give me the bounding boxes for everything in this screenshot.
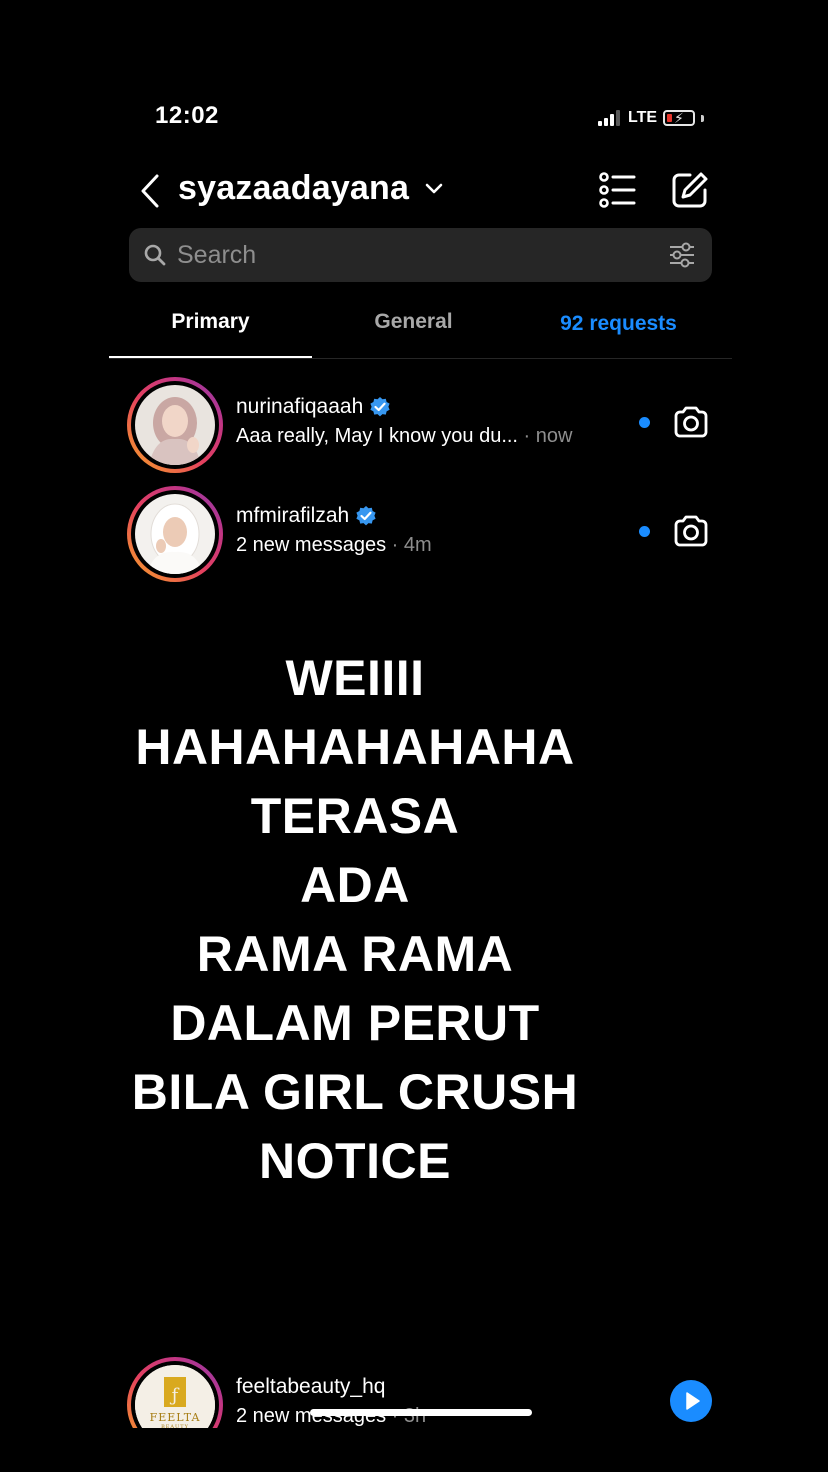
thread-time: now	[535, 425, 573, 447]
search-icon	[144, 244, 166, 266]
camera-icon[interactable]	[673, 514, 709, 548]
screen-bottom-edge	[0, 1428, 828, 1472]
battery-cap	[701, 114, 705, 122]
caption-line: NOTICE	[259, 1133, 451, 1189]
avatar[interactable]	[127, 486, 223, 582]
compose-button[interactable]	[670, 170, 710, 215]
thread-separator: ·	[391, 534, 399, 556]
tab-primary[interactable]: Primary	[109, 310, 312, 334]
avatar-brand-text: FEELTA	[149, 1411, 201, 1424]
account-username[interactable]: syazaadayana	[178, 169, 409, 208]
thread-preview: Aaa really, May I know you du... · now	[236, 425, 572, 448]
tab-divider	[109, 358, 732, 359]
compose-icon	[672, 172, 708, 208]
status-time: 12:02	[155, 102, 219, 129]
home-indicator[interactable]	[310, 1409, 532, 1416]
status-indicators: LTE ⚡	[598, 106, 705, 130]
back-button[interactable]	[137, 173, 163, 214]
unread-dot	[639, 526, 650, 537]
search-input[interactable]	[177, 228, 647, 282]
caption-line: ADA	[300, 857, 410, 913]
search-bar[interactable]	[129, 228, 712, 282]
thread-message: Aaa really, May I know you du...	[236, 425, 518, 447]
thread-username: feeltabeauty_hq	[236, 1375, 386, 1398]
thread-username-row: mfmirafilzah	[236, 504, 377, 528]
filter-icon[interactable]	[668, 242, 696, 268]
camera-icon[interactable]	[673, 405, 709, 439]
avatar-photo	[135, 385, 215, 465]
thread-preview: 2 new messages · 4m	[236, 534, 432, 557]
verified-badge-icon	[356, 506, 376, 526]
list-view-button[interactable]	[598, 171, 638, 214]
account-switcher-caret[interactable]	[424, 181, 444, 202]
battery-icon: ⚡	[663, 110, 696, 126]
avatar[interactable]	[127, 377, 223, 473]
overlay-caption: WEIIII HAHAHAHAHAHA TERASA ADA RAMA RAMA…	[100, 644, 610, 1196]
thread-row[interactable]: mfmirafilzah 2 new messages · 4m	[109, 484, 732, 592]
network-label: LTE	[628, 109, 658, 126]
thread-message: 2 new messages	[236, 534, 387, 556]
thread-username-row: nurinafiqaaah	[236, 395, 391, 419]
thread-time: 4m	[403, 534, 432, 556]
avatar-photo	[135, 494, 215, 574]
caption-line: HAHAHAHAHAHA	[135, 719, 575, 775]
signal-icon	[598, 110, 620, 126]
thread-username: mfmirafilzah	[236, 504, 350, 527]
thread-username-row: feeltabeauty_hq	[236, 1375, 385, 1399]
caption-line: BILA GIRL CRUSH	[131, 1064, 579, 1120]
thread-row[interactable]: nurinafiqaaah Aaa really, May I know you…	[109, 375, 732, 483]
svg-text:ƒ: ƒ	[170, 1385, 180, 1406]
caption-line: DALAM PERUT	[170, 995, 540, 1051]
play-button[interactable]	[670, 1380, 712, 1422]
thread-separator: ·	[523, 425, 531, 447]
chevron-down-icon	[425, 183, 443, 194]
verified-badge-icon	[370, 397, 390, 417]
list-icon	[599, 172, 636, 208]
tab-requests[interactable]: 92 requests	[517, 312, 720, 336]
caption-line: RAMA RAMA	[196, 926, 514, 982]
tab-general[interactable]: General	[312, 310, 515, 334]
caption-line: TERASA	[250, 788, 460, 844]
play-icon	[686, 1392, 700, 1410]
unread-dot	[639, 417, 650, 428]
thread-username: nurinafiqaaah	[236, 395, 364, 418]
chevron-left-icon	[141, 174, 159, 208]
caption-line: WEIIII	[285, 650, 425, 706]
